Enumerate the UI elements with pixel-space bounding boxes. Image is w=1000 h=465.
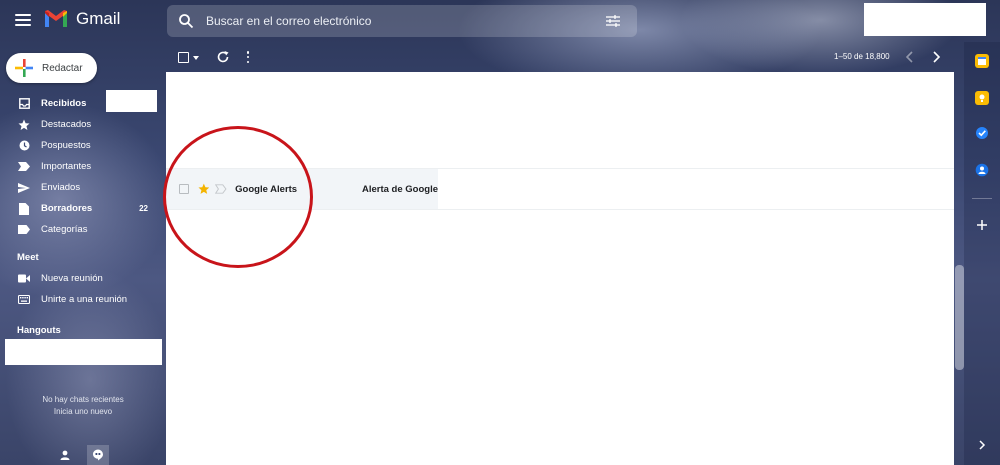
hangouts-bottom-bar (0, 444, 166, 465)
app-name: Gmail (76, 9, 121, 28)
keep-icon[interactable] (975, 91, 989, 105)
compose-button[interactable]: Redactar (6, 53, 97, 83)
search-icon[interactable] (178, 13, 194, 29)
sidebar-item-drafts[interactable]: Borradores 22 (0, 198, 166, 219)
no-chats-line-1: No hay chats recientes (42, 395, 124, 404)
redacted-inbox-count (106, 90, 157, 112)
sidebar-item-snoozed[interactable]: Pospuestos (0, 135, 166, 156)
new-meeting-item[interactable]: Nueva reunión (0, 268, 166, 289)
sidebar-item-categories[interactable]: Categorías (0, 219, 166, 240)
select-options-chevron-down-icon[interactable] (193, 56, 199, 60)
mail-sender: Google Alerts (235, 183, 298, 195)
sidebar-item-label: Recibidos (41, 98, 87, 109)
sidebar-item-important[interactable]: Importantes (0, 156, 166, 177)
sidebar-item-label: Importantes (41, 161, 92, 172)
tasks-icon[interactable] (975, 126, 989, 140)
mail-subject: Alerta de Google (361, 183, 438, 195)
sidebar-item-label: Categorías (41, 224, 88, 235)
hangouts-chat-icon[interactable] (87, 444, 109, 465)
sidebar-nav: Recibidos Destacados Pospuestos Importan… (0, 93, 166, 240)
gmail-m-icon (45, 10, 67, 27)
start-new-chat-link[interactable]: Inicia uno nuevo (0, 406, 166, 418)
contacts-person-icon[interactable] (57, 447, 73, 463)
redacted-account-area (864, 3, 986, 36)
send-icon (18, 182, 30, 194)
compose-plus-icon (15, 59, 33, 77)
search-input[interactable] (206, 5, 597, 37)
previous-page-icon[interactable] (904, 50, 916, 64)
meet-section-title: Meet (17, 252, 39, 263)
mail-row[interactable]: Google Alerts Alerta de Google (166, 169, 438, 209)
sidebar-item-starred[interactable]: Destacados (0, 114, 166, 135)
select-all-checkbox[interactable] (178, 52, 189, 63)
no-chats-message: No hay chats recientes Inicia uno nuevo (0, 394, 166, 418)
clock-icon (18, 140, 30, 152)
meet-item-label: Nueva reunión (41, 273, 103, 284)
gmail-logo[interactable]: Gmail (44, 9, 120, 29)
rail-divider (972, 198, 992, 199)
sidebar-item-label: Destacados (41, 119, 92, 130)
hangouts-section-title: Hangouts (17, 325, 61, 336)
redacted-hangouts-user (5, 339, 162, 365)
meet-list: Nueva reunión Unirte a una reunión (0, 268, 166, 310)
sidebar-item-label: Pospuestos (41, 140, 91, 151)
calendar-icon[interactable] (975, 54, 989, 68)
sidebar-item-sent[interactable]: Enviados (0, 177, 166, 198)
pagination-info: 1–50 de 18,800 (834, 52, 890, 61)
list-scrollbar[interactable] (955, 265, 964, 370)
keyboard-icon (18, 294, 30, 306)
more-options-icon[interactable] (245, 50, 251, 64)
meet-item-label: Unirte a una reunión (41, 294, 128, 305)
search-options-icon[interactable] (597, 5, 629, 37)
redacted-list-area (166, 72, 954, 169)
compose-label: Redactar (42, 62, 83, 74)
row-checkbox[interactable] (179, 184, 189, 194)
video-icon (18, 273, 30, 285)
mail-list-panel: Google Alerts Alerta de Google (166, 72, 954, 465)
main-menu-icon[interactable] (14, 11, 32, 29)
drafts-count: 22 (139, 204, 148, 213)
join-meeting-item[interactable]: Unirte a una reunión (0, 289, 166, 310)
important-icon (18, 161, 30, 173)
search-bar[interactable] (167, 5, 637, 37)
side-panel-rail (964, 42, 1000, 465)
top-header: Gmail (0, 0, 1000, 42)
inbox-icon (18, 98, 30, 110)
sidebar-item-label: Borradores (41, 203, 93, 214)
star-icon[interactable] (198, 183, 210, 195)
important-marker-icon[interactable] (215, 184, 227, 194)
draft-icon (18, 202, 30, 215)
row-divider (166, 209, 954, 210)
refresh-icon[interactable] (216, 50, 230, 64)
label-icon (18, 224, 30, 236)
star-icon (18, 119, 30, 131)
contacts-icon[interactable] (975, 163, 989, 177)
list-toolbar: 1–50 de 18,800 (166, 42, 956, 72)
sidebar-item-label: Enviados (41, 182, 81, 193)
add-addon-plus-icon[interactable] (975, 218, 989, 232)
next-page-icon[interactable] (930, 50, 942, 64)
expand-panel-chevron-right-icon[interactable] (977, 439, 987, 451)
